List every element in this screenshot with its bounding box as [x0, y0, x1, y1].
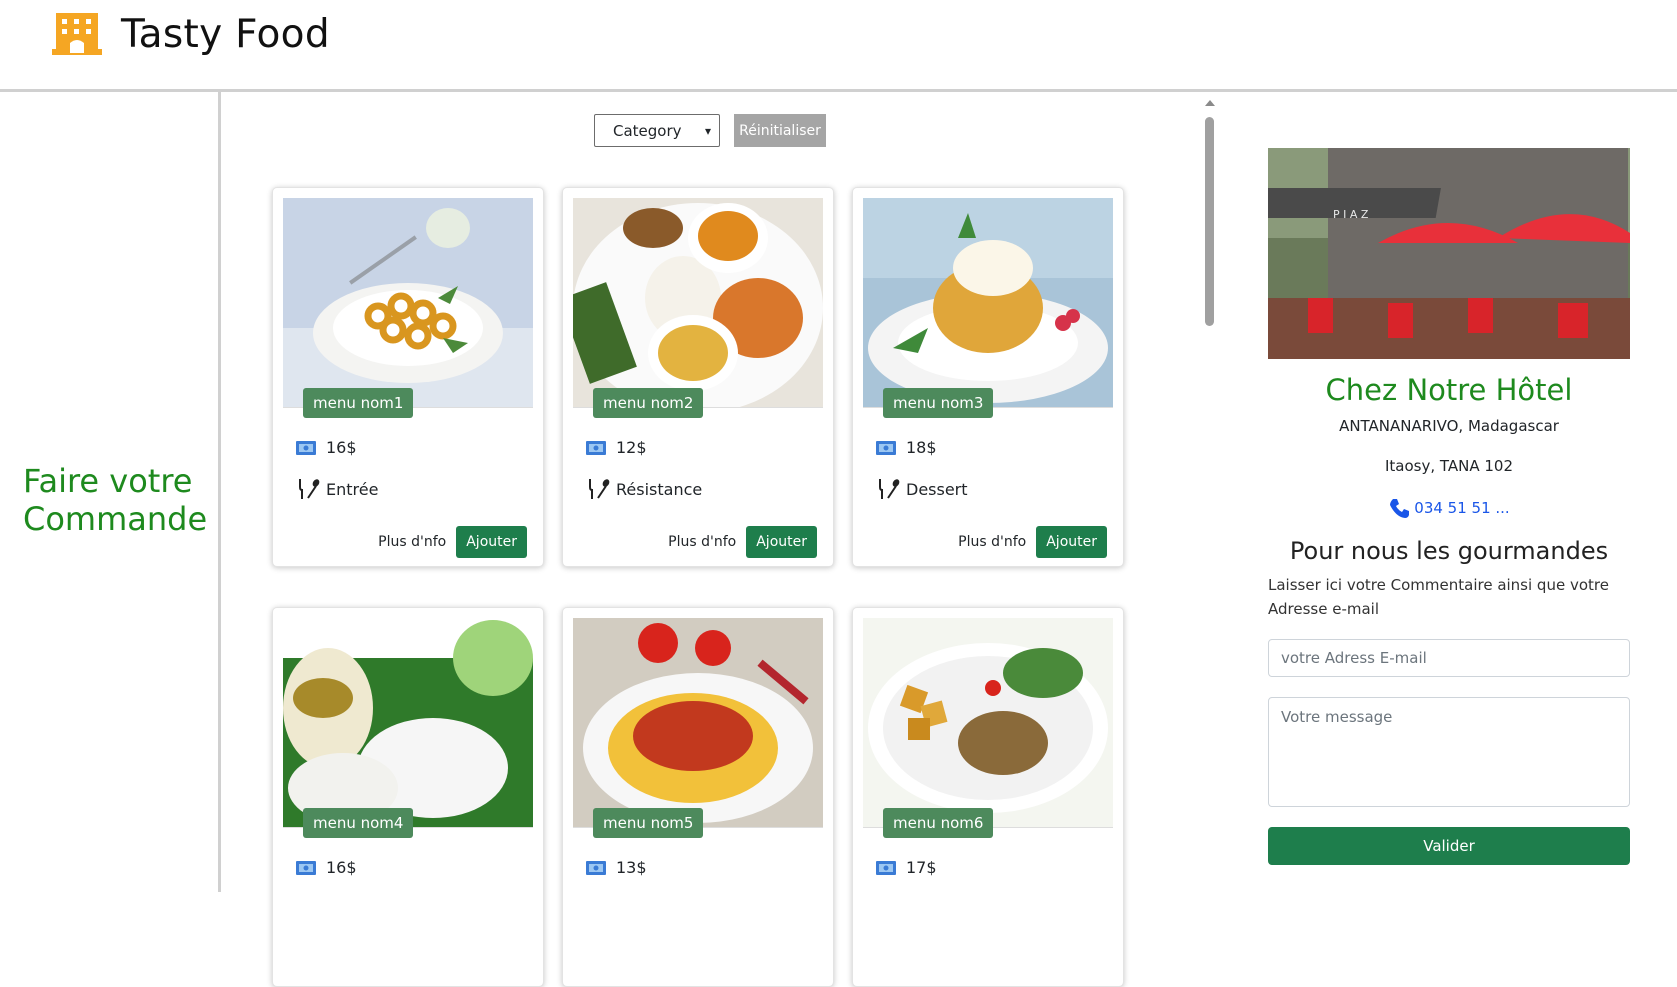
card-actions: Plus d'nfo Ajouter [378, 526, 527, 558]
hotel-panel: P I A Z Chez Notre Hôtel ANTANANARIVO, M… [1268, 148, 1630, 865]
reset-button[interactable]: Réinitialiser [734, 114, 826, 147]
order-title: Faire votre Commande [23, 462, 208, 538]
utensils-icon [589, 479, 610, 499]
hotel-name: Chez Notre Hôtel [1325, 373, 1573, 407]
money-icon [876, 860, 896, 875]
menu-card: menu nom1 16$ Entrée Plus d'nfo Ajouter [272, 187, 544, 567]
price-row: 18$ [876, 438, 937, 457]
dish-image [283, 198, 533, 407]
dish-image [573, 198, 823, 407]
more-info-link[interactable]: Plus d'nfo [958, 534, 1026, 550]
menu-name-badge: menu nom5 [593, 808, 704, 838]
category-value: Dessert [906, 479, 968, 499]
hotel-address-line2: Itaosy, TANA 102 [1384, 457, 1514, 475]
category-row: Entrée [296, 478, 378, 500]
category-select[interactable]: Category ▾ [594, 114, 720, 147]
add-button[interactable]: Ajouter [1036, 526, 1107, 558]
price-value: 16$ [326, 438, 357, 457]
message-field[interactable]: Votre message [1268, 697, 1630, 807]
scroll-thumb[interactable] [1205, 117, 1214, 326]
more-info-link[interactable]: Plus d'nfo [668, 534, 736, 550]
price-value: 18$ [906, 438, 937, 457]
email-field[interactable]: votre Adress E-mail [1268, 639, 1630, 677]
menu-name-badge: menu nom3 [883, 388, 994, 418]
scroll-up-arrow-icon[interactable] [1205, 100, 1215, 106]
submit-button[interactable]: Valider [1268, 827, 1630, 865]
hotel-address-line1: ANTANANARIVO, Madagascar [1339, 417, 1559, 435]
price-value: 17$ [906, 858, 937, 877]
svg-text:P I A Z: P I A Z [1333, 208, 1369, 221]
money-icon [586, 860, 606, 875]
menu-card: menu nom6 17$ [852, 607, 1124, 987]
chevron-down-icon: ▾ [704, 123, 711, 138]
price-value: 12$ [616, 438, 647, 457]
menu-area: Category ▾ Réinitialiser menu nom1 16$ E… [224, 92, 1204, 987]
menu-name-badge: menu nom6 [883, 808, 994, 838]
category-select-value: Category [613, 121, 682, 140]
brand-title[interactable]: Tasty Food [121, 12, 330, 57]
building-icon [52, 13, 102, 55]
feedback-title: Pour nous les gourmandes [1289, 537, 1609, 565]
category-value: Entrée [326, 479, 379, 499]
price-row: 17$ [876, 858, 937, 877]
menu-name-badge: menu nom2 [593, 388, 704, 418]
utensils-icon [299, 479, 320, 499]
dish-image [573, 618, 823, 827]
utensils-icon [879, 479, 900, 499]
filter-bar: Category ▾ Réinitialiser [594, 114, 826, 147]
hotel-image: P I A Z [1268, 148, 1630, 359]
money-icon [296, 860, 316, 875]
price-row: 16$ [296, 858, 357, 877]
menu-scrollbar[interactable] [1202, 100, 1216, 892]
menu-card: menu nom3 18$ Dessert Plus d'nfo Ajouter [852, 187, 1124, 567]
menu-card: menu nom5 13$ [562, 607, 834, 987]
add-button[interactable]: Ajouter [456, 526, 527, 558]
phone-link[interactable]: 034 51 51 ... [1268, 497, 1630, 519]
card-actions: Plus d'nfo Ajouter [668, 526, 817, 558]
menu-card: menu nom2 12$ Résistance Plus d'nfo Ajou… [562, 187, 834, 567]
price-row: 13$ [586, 858, 647, 877]
dish-image [863, 618, 1113, 827]
dish-image [283, 618, 533, 827]
top-header: Tasty Food [0, 0, 1677, 92]
money-icon [296, 440, 316, 455]
phone-icon [1390, 499, 1410, 518]
price-row: 12$ [586, 438, 647, 457]
menu-card: menu nom4 16$ [272, 607, 544, 987]
category-value: Résistance [616, 479, 703, 499]
phone-number: 034 51 51 ... [1414, 499, 1510, 517]
money-icon [586, 440, 606, 455]
dish-image [863, 198, 1113, 407]
feedback-description: Laisser ici votre Commentaire ainsi que … [1268, 576, 1609, 618]
card-actions: Plus d'nfo Ajouter [958, 526, 1107, 558]
more-info-link[interactable]: Plus d'nfo [378, 534, 446, 550]
left-sidebar: Faire votre Commande [0, 92, 221, 892]
add-button[interactable]: Ajouter [746, 526, 817, 558]
menu-name-badge: menu nom1 [303, 388, 414, 418]
money-icon [876, 440, 896, 455]
category-row: Résistance [586, 478, 702, 500]
price-row: 16$ [296, 438, 357, 457]
price-value: 16$ [326, 858, 357, 877]
price-value: 13$ [616, 858, 647, 877]
category-row: Dessert [876, 478, 968, 500]
menu-name-badge: menu nom4 [303, 808, 414, 838]
